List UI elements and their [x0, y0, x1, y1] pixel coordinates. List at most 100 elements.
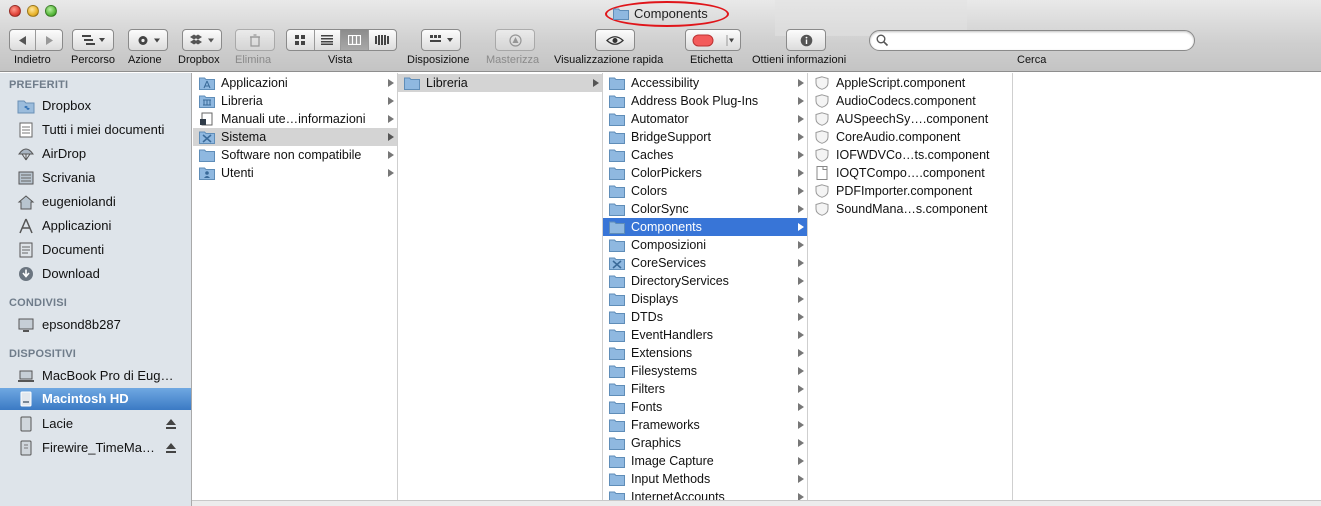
sidebar-header-shared: CONDIVISI: [9, 297, 68, 309]
list-view-button[interactable]: [315, 30, 342, 50]
folder-row[interactable]: Fonts: [603, 398, 807, 416]
sidebar-item-macbook[interactable]: MacBook Pro di Eug…: [0, 365, 191, 387]
sidebar-item-macintosh-hd[interactable]: Macintosh HD: [0, 388, 191, 410]
disclosure-arrow-icon: [388, 79, 394, 87]
eject-icon[interactable]: [165, 418, 177, 430]
folder-row-incompatible-software[interactable]: Software non compatibile: [193, 146, 397, 164]
sidebar-item-label: Applicazioni: [42, 218, 112, 233]
folder-icon: [613, 8, 629, 20]
get-info-button[interactable]: [786, 29, 826, 51]
folder-row[interactable]: BridgeSupport: [603, 128, 807, 146]
file-row[interactable]: CoreAudio.component: [808, 128, 1012, 146]
external-drive-icon: [20, 440, 32, 456]
sidebar-item-all-documents[interactable]: Tutti i miei documenti: [0, 119, 191, 141]
folder-row[interactable]: Components: [603, 218, 807, 236]
folder-row-manuals[interactable]: Manuali ute…informazioni: [193, 110, 397, 128]
folder-row[interactable]: Displays: [603, 290, 807, 308]
burn-button[interactable]: [495, 29, 535, 51]
sidebar-item-airdrop[interactable]: AirDrop: [0, 143, 191, 165]
dropbox-button[interactable]: [182, 29, 222, 51]
eject-icon[interactable]: [165, 442, 177, 454]
file-row[interactable]: PDFImporter.component: [808, 182, 1012, 200]
folder-row[interactable]: Filters: [603, 380, 807, 398]
sidebar-item-dropbox[interactable]: Dropbox: [0, 95, 191, 117]
sidebar-item-documents[interactable]: Documenti: [0, 239, 191, 261]
folder-row-users[interactable]: Utenti: [193, 164, 397, 182]
folder-row[interactable]: DirectoryServices: [603, 272, 807, 290]
folder-icon: [609, 77, 625, 90]
airdrop-icon: [18, 148, 34, 161]
disclosure-arrow-icon: [798, 223, 804, 231]
folder-icon: [609, 203, 625, 216]
folder-row[interactable]: Address Book Plug-Ins: [603, 92, 807, 110]
folder-row[interactable]: Colors: [603, 182, 807, 200]
file-name: PDFImporter.component: [836, 184, 973, 198]
delete-label: Elimina: [235, 54, 272, 66]
minimize-window-button[interactable]: [27, 5, 39, 17]
sidebar-item-applications[interactable]: Applicazioni: [0, 215, 191, 237]
folder-row[interactable]: ColorSync: [603, 200, 807, 218]
folder-name: Software non compatibile: [221, 148, 362, 162]
quicklook-button[interactable]: [595, 29, 635, 51]
sidebar-item-firewire[interactable]: Firewire_TimeMa…: [0, 437, 191, 459]
delete-button[interactable]: [235, 29, 275, 51]
folder-row[interactable]: Automator: [603, 110, 807, 128]
forward-button[interactable]: [36, 30, 62, 50]
action-button[interactable]: [128, 29, 168, 51]
folder-row[interactable]: Frameworks: [603, 416, 807, 434]
close-window-button[interactable]: [9, 5, 21, 17]
applications-icon: [19, 218, 33, 234]
folder-name: Sistema: [221, 130, 267, 144]
search-field[interactable]: [869, 30, 1195, 51]
search-input[interactable]: [892, 33, 1188, 48]
column-view-button[interactable]: [341, 30, 369, 50]
folder-row[interactable]: Caches: [603, 146, 807, 164]
sidebar-item-epson[interactable]: epsond8b287: [0, 314, 191, 336]
path-button[interactable]: [72, 29, 114, 51]
folder-row[interactable]: Filesystems: [603, 362, 807, 380]
folder-row-applications[interactable]: Applicazioni: [193, 74, 397, 92]
file-row[interactable]: IOQTCompo….component: [808, 164, 1012, 182]
folder-row[interactable]: Extensions: [603, 344, 807, 362]
component-shield-icon: [815, 112, 829, 126]
sidebar-item-desktop[interactable]: Scrivania: [0, 167, 191, 189]
horizontal-scrollbar[interactable]: [192, 500, 1321, 506]
folder-row[interactable]: Accessibility: [603, 74, 807, 92]
disclosure-arrow-icon: [798, 277, 804, 285]
file-row[interactable]: AppleScript.component: [808, 74, 1012, 92]
folder-name: Colors: [631, 184, 668, 198]
window-title: Components: [634, 6, 708, 21]
folder-row[interactable]: Image Capture: [603, 452, 807, 470]
folder-row-library[interactable]: Libreria: [193, 92, 397, 110]
disclosure-arrow-icon: [798, 151, 804, 159]
file-name: AudioCodecs.component: [836, 94, 976, 108]
folder-row[interactable]: CoreServices: [603, 254, 807, 272]
folder-row[interactable]: ColorPickers: [603, 164, 807, 182]
sidebar-item-label: MacBook Pro di Eug…: [42, 368, 174, 383]
file-row[interactable]: AUSpeechSy….component: [808, 110, 1012, 128]
arrange-button[interactable]: [421, 29, 461, 51]
coverflow-view-button[interactable]: [369, 30, 396, 50]
file-row[interactable]: AudioCodecs.component: [808, 92, 1012, 110]
sidebar-item-lacie[interactable]: Lacie: [0, 413, 191, 435]
folder-row[interactable]: Composizioni: [603, 236, 807, 254]
folder-row-library[interactable]: Libreria: [398, 74, 602, 92]
folder-row-system[interactable]: Sistema: [193, 128, 397, 146]
folder-name: BridgeSupport: [631, 130, 711, 144]
sidebar-item-home[interactable]: eugeniolandi: [0, 191, 191, 213]
folder-row[interactable]: Input Methods: [603, 470, 807, 488]
folder-icon: [609, 113, 625, 126]
folder-row[interactable]: DTDs: [603, 308, 807, 326]
zoom-window-button[interactable]: [45, 5, 57, 17]
sidebar-item-download[interactable]: Download: [0, 263, 191, 285]
file-row[interactable]: IOFWDVCo…ts.component: [808, 146, 1012, 164]
external-drive-icon: [20, 416, 32, 432]
sidebar-item-label: Lacie: [42, 416, 74, 431]
back-button[interactable]: [10, 30, 37, 50]
icon-view-button[interactable]: [287, 30, 315, 50]
file-row[interactable]: SoundMana…s.component: [808, 200, 1012, 218]
tag-button[interactable]: [685, 29, 741, 51]
folder-row[interactable]: EventHandlers: [603, 326, 807, 344]
folder-row[interactable]: Graphics: [603, 434, 807, 452]
folder-icon: [609, 383, 625, 396]
